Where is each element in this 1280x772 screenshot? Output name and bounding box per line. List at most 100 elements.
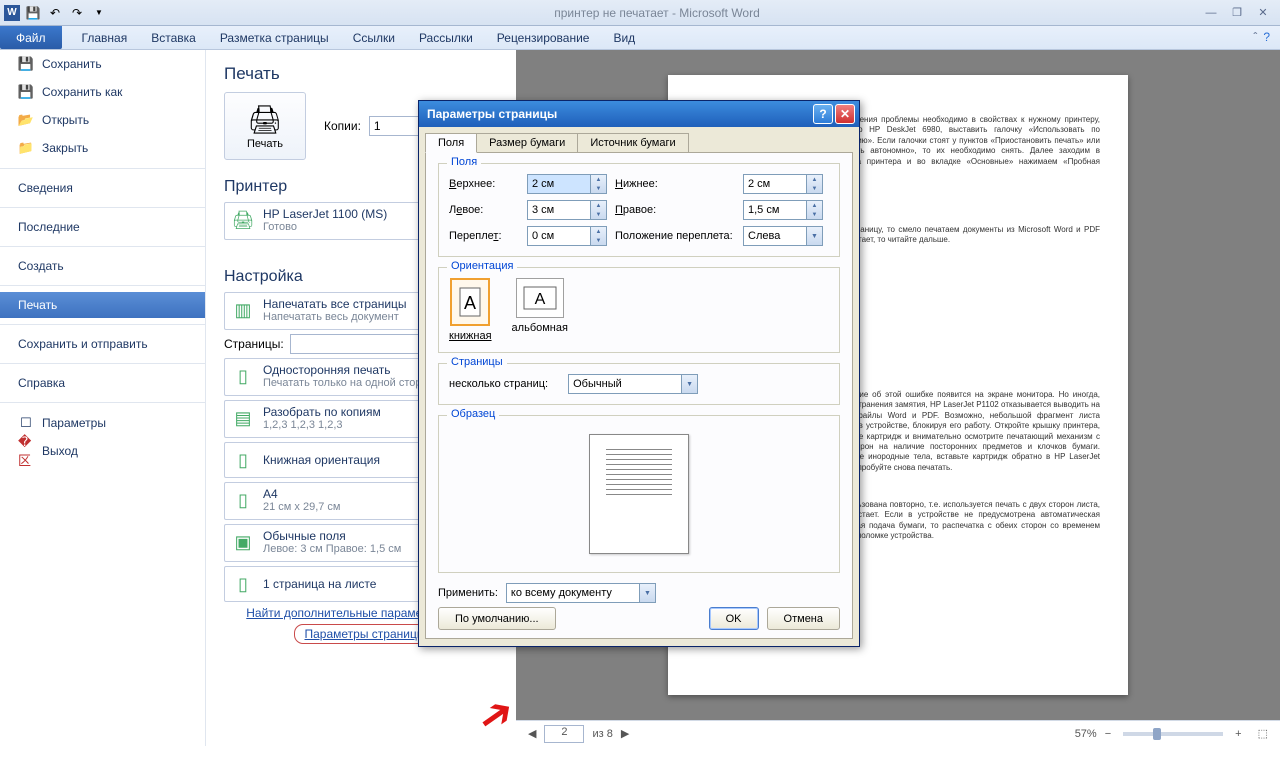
bs-save-send[interactable]: Сохранить и отправить <box>0 331 205 357</box>
margins-icon: ▣ <box>231 529 255 555</box>
one-sided-icon: ▯ <box>231 363 255 389</box>
window-title: принтер не печатает - Microsoft Word <box>112 6 1202 20</box>
bs-print[interactable]: Печать <box>0 292 205 318</box>
orientation-icon: ▯ <box>231 447 255 473</box>
help-icon[interactable]: ? <box>1263 30 1270 45</box>
portrait-button[interactable]: A книжная <box>449 278 492 342</box>
zoom-slider[interactable] <box>1123 732 1223 736</box>
bs-save[interactable]: 💾Сохранить <box>0 50 205 78</box>
bottom-margin-label: Нижнее: <box>615 178 735 190</box>
app-icon: W <box>4 5 20 21</box>
save-icon: 💾 <box>18 56 34 72</box>
tab-home[interactable]: Главная <box>70 26 140 49</box>
printer-icon: 🖨 <box>231 207 255 233</box>
orientation-fieldset: Ориентация A книжная A альбомная <box>438 267 840 353</box>
minimize-button[interactable]: — <box>1202 6 1220 20</box>
pages-fieldset: Страницы несколько страниц: Обычный▼ <box>438 363 840 405</box>
preview-status-bar: ◀ 2 из 8 ▶ 57% − + ⬚ <box>516 720 1280 746</box>
gutter-spinner[interactable]: 0 см▲▼ <box>527 226 607 246</box>
fit-page-button[interactable]: ⬚ <box>1258 727 1268 740</box>
bs-save-as[interactable]: 💾Сохранить как <box>0 78 205 106</box>
tab-view[interactable]: Вид <box>601 26 647 49</box>
dialog-titlebar[interactable]: Параметры страницы ? ✕ <box>419 101 859 127</box>
pages-icon: ▥ <box>231 297 255 323</box>
tab-paper[interactable]: Размер бумаги <box>476 133 578 153</box>
margins-fieldset: Поля Верхнее: 2 см▲▼ Нижнее: 2 см▲▼ Лево… <box>438 163 840 257</box>
file-tab[interactable]: Файл <box>0 26 62 49</box>
tab-layout[interactable]: Источник бумаги <box>577 133 688 153</box>
bottom-margin-spinner[interactable]: 2 см▲▼ <box>743 174 823 194</box>
prev-page-button[interactable]: ◀ <box>528 727 536 740</box>
gutter-pos-label: Положение переплета: <box>615 230 735 242</box>
left-margin-spinner[interactable]: 3 см▲▼ <box>527 200 607 220</box>
tab-review[interactable]: Рецензирование <box>485 26 602 49</box>
multipage-combo[interactable]: Обычный▼ <box>568 374 698 394</box>
zoom-in-button[interactable]: + <box>1235 728 1241 740</box>
ribbon-minimize-icon[interactable]: ˆ <box>1253 30 1257 45</box>
right-margin-spinner[interactable]: 1,5 см▲▼ <box>743 200 823 220</box>
title-bar: W 💾 ↶ ↷ ▼ принтер не печатает - Microsof… <box>0 0 1280 26</box>
apply-to-label: Применить: <box>438 587 498 599</box>
zoom-out-button[interactable]: − <box>1105 728 1111 740</box>
top-margin-label: Верхнее: <box>449 178 519 190</box>
redo-icon[interactable]: ↷ <box>68 4 86 22</box>
copies-spinner[interactable]: 1 <box>369 116 419 136</box>
save-as-icon: 💾 <box>18 84 34 100</box>
tab-margins[interactable]: Поля <box>425 133 477 153</box>
left-margin-label: Левое: <box>449 204 519 216</box>
svg-text:A: A <box>464 293 476 313</box>
save-icon[interactable]: 💾 <box>24 4 42 22</box>
landscape-button[interactable]: A альбомная <box>512 278 568 342</box>
ok-button[interactable]: OK <box>709 607 759 630</box>
restore-button[interactable]: ❐ <box>1228 6 1246 20</box>
bs-help[interactable]: Справка <box>0 370 205 396</box>
tab-references[interactable]: Ссылки <box>341 26 407 49</box>
gutter-position-combo[interactable]: Слева▼ <box>743 226 823 246</box>
bs-open[interactable]: 📂Открыть <box>0 106 205 134</box>
page-setup-dialog: Параметры страницы ? ✕ Поля Размер бумаг… <box>418 100 860 647</box>
dialog-help-button[interactable]: ? <box>813 104 833 124</box>
top-margin-spinner[interactable]: 2 см▲▼ <box>527 174 607 194</box>
open-icon: 📂 <box>18 112 34 128</box>
portrait-icon: A <box>450 278 490 326</box>
page-setup-link[interactable]: Параметры страницы <box>294 624 437 644</box>
close-button[interactable]: ✕ <box>1254 6 1272 20</box>
qat-dropdown-icon[interactable]: ▼ <box>90 4 108 22</box>
copies-label: Копии: <box>324 119 361 133</box>
cancel-button[interactable]: Отмена <box>767 607 840 630</box>
next-page-button[interactable]: ▶ <box>621 727 629 740</box>
bs-close[interactable]: 📁Закрыть <box>0 134 205 162</box>
backstage-nav: 💾Сохранить 💾Сохранить как 📂Открыть 📁Закр… <box>0 50 205 746</box>
pps-icon: ▯ <box>231 571 255 597</box>
bs-new[interactable]: Создать <box>0 253 205 279</box>
undo-icon[interactable]: ↶ <box>46 4 64 22</box>
default-button[interactable]: По умолчанию... <box>438 607 556 630</box>
landscape-icon: A <box>516 278 564 318</box>
zoom-label: 57% <box>1075 728 1097 740</box>
print-button[interactable]: 🖨 Печать <box>224 92 306 160</box>
tab-mailings[interactable]: Рассылки <box>407 26 485 49</box>
dialog-close-button[interactable]: ✕ <box>835 104 855 124</box>
ribbon: Файл Главная Вставка Разметка страницы С… <box>0 26 1280 50</box>
apply-to-combo[interactable]: ко всему документу▼ <box>506 583 656 603</box>
gutter-label: Переплет: <box>449 230 519 242</box>
options-icon: ☐ <box>18 415 34 431</box>
page-number-input[interactable]: 2 <box>544 725 584 743</box>
dialog-tabs: Поля Размер бумаги Источник бумаги <box>419 127 859 153</box>
multipage-label: несколько страниц: <box>449 378 548 390</box>
close-icon: 📁 <box>18 140 34 156</box>
print-title: Печать <box>224 64 506 84</box>
collate-icon: ▤ <box>231 405 255 431</box>
dialog-title: Параметры страницы <box>427 107 811 121</box>
bs-recent[interactable]: Последние <box>0 214 205 240</box>
sample-fieldset: Образец <box>438 415 840 573</box>
bs-exit[interactable]: �区Выход <box>0 437 205 465</box>
paper-icon: ▯ <box>231 487 255 513</box>
tab-page-layout[interactable]: Разметка страницы <box>208 26 341 49</box>
bs-info[interactable]: Сведения <box>0 175 205 201</box>
exit-icon: �区 <box>18 443 34 459</box>
page-total-label: из 8 <box>592 728 612 740</box>
tab-insert[interactable]: Вставка <box>139 26 208 49</box>
svg-text:A: A <box>534 291 545 308</box>
sample-preview <box>589 434 689 554</box>
